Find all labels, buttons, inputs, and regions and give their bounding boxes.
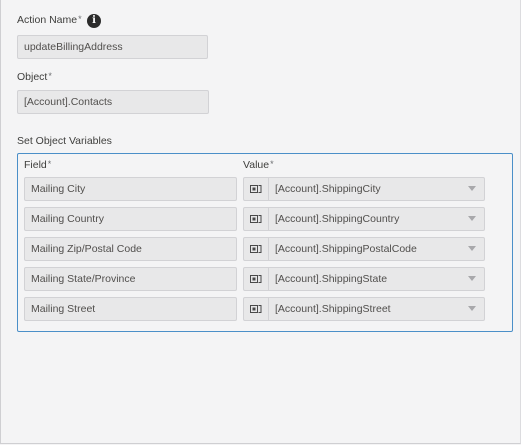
- value-text: [Account].ShippingPostalCode: [275, 243, 417, 255]
- field-column-header: Field*: [24, 159, 51, 171]
- field-header-text: Field: [24, 159, 47, 171]
- value-text: [Account].ShippingCity: [275, 183, 381, 195]
- field-input-mailing-street[interactable]: Mailing Street: [24, 297, 237, 321]
- object-variables-group: Field* Value* Mailing City [Account].Shi…: [17, 153, 513, 332]
- value-select-mailing-city[interactable]: [Account].ShippingCity: [243, 177, 485, 201]
- value-select-mailing-state[interactable]: [Account].ShippingState: [243, 267, 485, 291]
- object-input[interactable]: [Account].Contacts: [17, 90, 209, 114]
- caret-down-icon[interactable]: [468, 276, 476, 281]
- value-text: [Account].ShippingCountry: [275, 213, 400, 225]
- record-reference-icon[interactable]: [244, 178, 269, 200]
- caret-down-icon[interactable]: [468, 306, 476, 311]
- required-mark: *: [270, 159, 274, 169]
- field-input-mailing-state[interactable]: Mailing State/Province: [24, 267, 237, 291]
- action-name-label-text: Action Name: [17, 14, 78, 26]
- required-mark: *: [47, 159, 52, 169]
- caret-down-icon[interactable]: [468, 246, 476, 251]
- set-object-variables-label: Set Object Variables: [17, 135, 112, 147]
- record-reference-icon[interactable]: [244, 238, 269, 260]
- action-editor-panel: Action Name* i updateBillingAddress Obje…: [0, 0, 521, 444]
- caret-down-icon[interactable]: [468, 216, 476, 221]
- record-reference-icon[interactable]: [244, 268, 269, 290]
- action-name-input[interactable]: updateBillingAddress: [17, 35, 208, 59]
- info-icon[interactable]: i: [87, 14, 101, 28]
- value-select-mailing-country[interactable]: [Account].ShippingCountry: [243, 207, 485, 231]
- object-label: Object*: [17, 71, 52, 83]
- required-mark: *: [48, 71, 52, 81]
- required-mark: *: [78, 14, 82, 24]
- object-label-text: Object: [17, 71, 48, 83]
- value-select-mailing-zip[interactable]: [Account].ShippingPostalCode: [243, 237, 485, 261]
- record-reference-icon[interactable]: [244, 298, 269, 320]
- action-name-label: Action Name*: [17, 14, 82, 26]
- value-text: [Account].ShippingStreet: [275, 303, 391, 315]
- field-input-mailing-city[interactable]: Mailing City: [24, 177, 237, 201]
- value-column-header: Value*: [243, 159, 274, 171]
- caret-down-icon[interactable]: [468, 186, 476, 191]
- field-input-mailing-country[interactable]: Mailing Country: [24, 207, 237, 231]
- record-reference-icon[interactable]: [244, 208, 269, 230]
- field-input-mailing-zip[interactable]: Mailing Zip/Postal Code: [24, 237, 237, 261]
- value-text: [Account].ShippingState: [275, 273, 388, 285]
- value-header-text: Value: [243, 159, 270, 171]
- value-select-mailing-street[interactable]: [Account].ShippingStreet: [243, 297, 485, 321]
